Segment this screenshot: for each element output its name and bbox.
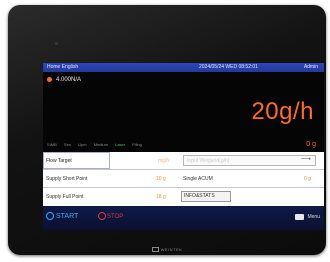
- supply-full-point-value[interactable]: 18 g: [156, 194, 166, 200]
- stop-label: STOP: [107, 214, 124, 220]
- accumulated-value: 0 g: [306, 141, 316, 148]
- table-row: Supply Short Point 10 g Single ACUM 0 g: [43, 170, 324, 188]
- top-bar: Home English 2024/05/24 WED 08:52:01 Adm…: [43, 63, 324, 72]
- start-button[interactable]: START: [46, 212, 78, 222]
- status-text: 4.000N/A: [56, 77, 82, 84]
- supply-short-point-value[interactable]: 10 g: [156, 176, 166, 182]
- home-language-link[interactable]: Home English: [47, 63, 78, 72]
- brand-logo: WEINTEK: [8, 247, 326, 253]
- hmi-screen: Home English 2024/05/24 WED 08:52:01 Adm…: [43, 63, 324, 230]
- status-line: 4.000N/A: [47, 77, 81, 84]
- camera-icon: [55, 42, 58, 45]
- flow-target-label-box: Flow Target: [43, 152, 110, 169]
- status-dot-icon: [47, 77, 52, 82]
- flow-target-input[interactable]: Input Weigand(g/h) ⟶: [183, 155, 316, 166]
- menu-icon: [295, 213, 305, 220]
- flow-target-placeholder: Input Weigand(g/h): [187, 158, 230, 164]
- hmi-device: Home English 2024/05/24 WED 08:52:01 Adm…: [8, 5, 326, 255]
- mode-indicators: SIMB Sen Upm Medium Laser Filing: [47, 142, 148, 147]
- arrow-right-icon: ⟶: [300, 156, 311, 163]
- mode-simb: SIMB: [47, 142, 57, 147]
- supply-full-point-label: Supply Full Point: [46, 194, 84, 200]
- mode-laser: Laser: [115, 142, 126, 147]
- mode-filing: Filing: [132, 142, 142, 147]
- flow-rate-readout: 20g/h: [251, 98, 314, 125]
- brand-text: WEINTEK: [160, 247, 183, 252]
- info-stats-button[interactable]: INFO&STATS: [181, 191, 231, 202]
- table-row: Flow Target mg/h Input Weigand(g/h) ⟶: [43, 152, 324, 170]
- supply-short-point-label: Supply Short Point: [46, 176, 88, 182]
- user-button[interactable]: Admin: [304, 63, 318, 72]
- stop-icon: [98, 212, 106, 221]
- flow-target-unit: mg/h: [158, 158, 170, 164]
- flow-target-label: Flow Target: [46, 158, 72, 164]
- mode-upm: Upm: [78, 142, 87, 147]
- menu-label: Menu: [307, 214, 320, 220]
- table-row: Supply Full Point 18 g INFO&STATS: [43, 188, 324, 206]
- settings-table: Flow Target mg/h Input Weigand(g/h) ⟶ Su…: [43, 152, 324, 206]
- mode-sen: Sen: [63, 142, 72, 147]
- start-label: START: [56, 213, 79, 220]
- brand-icon: [151, 247, 159, 253]
- mode-medium: Medium: [93, 142, 108, 147]
- stop-button[interactable]: STOP: [98, 212, 123, 222]
- bottom-bar: START STOP Menu: [43, 206, 324, 230]
- datetime: 2024/05/24 WED 08:52:01: [199, 64, 258, 70]
- menu-button[interactable]: Menu: [295, 213, 320, 221]
- power-icon: [46, 212, 54, 221]
- single-acum-value: 0 g: [304, 176, 311, 182]
- single-acum-label: Single ACUM: [183, 176, 213, 182]
